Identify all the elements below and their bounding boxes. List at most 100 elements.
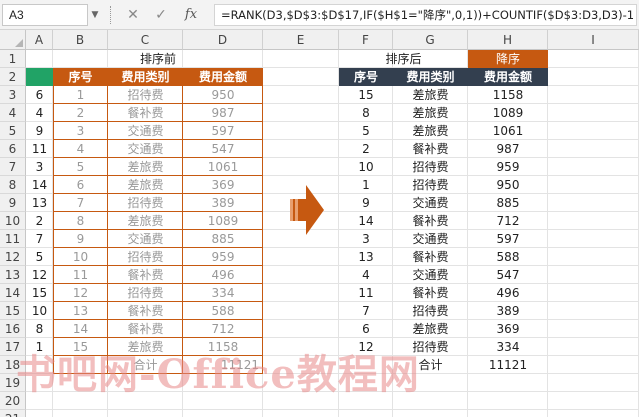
right-seq-cell[interactable]: 2 bbox=[339, 140, 393, 158]
right-total-label[interactable]: 合计 bbox=[393, 356, 468, 374]
column-header-h[interactable]: H bbox=[468, 30, 548, 50]
right-header-f[interactable]: 序号 bbox=[339, 68, 393, 86]
row-header-17[interactable]: 17 bbox=[0, 338, 26, 356]
right-seq-cell[interactable]: 4 bbox=[339, 266, 393, 284]
column-header-c[interactable]: C bbox=[108, 30, 183, 50]
right-category-cell[interactable]: 餐补费 bbox=[393, 212, 468, 230]
insert-function-icon[interactable]: fx bbox=[180, 4, 202, 26]
rank-cell[interactable]: 9 bbox=[26, 122, 53, 140]
column-header-e[interactable]: E bbox=[263, 30, 339, 50]
right-category-cell[interactable]: 交通费 bbox=[393, 266, 468, 284]
right-category-cell[interactable]: 招待费 bbox=[393, 302, 468, 320]
row-header-21[interactable]: 21 bbox=[0, 410, 26, 417]
cancel-icon[interactable]: ✕ bbox=[122, 4, 144, 26]
right-amount-cell[interactable]: 959 bbox=[468, 158, 548, 176]
spreadsheet-grid[interactable]: ABCDEFGHI 1 2 3 4 5 6 7 8 9 10 11 12 13 14 15 16 17 18 19 2… bbox=[0, 30, 639, 417]
selected-cell-a2[interactable] bbox=[26, 68, 53, 86]
row-header-9[interactable]: 9 bbox=[0, 194, 26, 212]
row-header-15[interactable]: 15 bbox=[0, 302, 26, 320]
right-category-cell[interactable]: 交通费 bbox=[393, 230, 468, 248]
rank-cell[interactable]: 4 bbox=[26, 104, 53, 122]
right-total-value[interactable]: 11121 bbox=[468, 356, 548, 374]
right-amount-cell[interactable]: 987 bbox=[468, 140, 548, 158]
right-amount-cell[interactable]: 1089 bbox=[468, 104, 548, 122]
right-category-cell[interactable]: 差旅费 bbox=[393, 86, 468, 104]
right-amount-cell[interactable]: 389 bbox=[468, 302, 548, 320]
right-amount-cell[interactable]: 1061 bbox=[468, 122, 548, 140]
row-header-16[interactable]: 16 bbox=[0, 320, 26, 338]
row-header-6[interactable]: 6 bbox=[0, 140, 26, 158]
chevron-down-icon[interactable]: ▼ bbox=[88, 4, 102, 26]
right-category-cell[interactable]: 餐补费 bbox=[393, 248, 468, 266]
column-header-i[interactable]: I bbox=[548, 30, 639, 50]
right-amount-cell[interactable]: 1158 bbox=[468, 86, 548, 104]
column-header-d[interactable]: D bbox=[183, 30, 263, 50]
rank-cell[interactable]: 11 bbox=[26, 140, 53, 158]
right-seq-cell[interactable]: 10 bbox=[339, 158, 393, 176]
right-amount-cell[interactable]: 547 bbox=[468, 266, 548, 284]
right-seq-cell[interactable]: 12 bbox=[339, 338, 393, 356]
rank-cell[interactable]: 2 bbox=[26, 212, 53, 230]
row-header-19[interactable]: 19 bbox=[0, 374, 26, 392]
row-header-3[interactable]: 3 bbox=[0, 86, 26, 104]
sort-order-cell[interactable]: 降序 bbox=[468, 50, 548, 68]
row-header-10[interactable]: 10 bbox=[0, 212, 26, 230]
row-header-14[interactable]: 14 bbox=[0, 284, 26, 302]
rank-cell[interactable]: 14 bbox=[26, 176, 53, 194]
formula-input[interactable]: =RANK(D3,$D$3:$D$17,IF($H$1="降序",0,1))+C… bbox=[214, 4, 637, 26]
right-category-cell[interactable]: 差旅费 bbox=[393, 320, 468, 338]
right-seq-cell[interactable]: 3 bbox=[339, 230, 393, 248]
rank-cell[interactable]: 15 bbox=[26, 284, 53, 302]
rank-cell[interactable]: 12 bbox=[26, 266, 53, 284]
right-category-cell[interactable]: 餐补费 bbox=[393, 140, 468, 158]
rank-cell[interactable]: 13 bbox=[26, 194, 53, 212]
rank-cell[interactable]: 1 bbox=[26, 338, 53, 356]
rank-cell[interactable]: 8 bbox=[26, 320, 53, 338]
right-amount-cell[interactable]: 334 bbox=[468, 338, 548, 356]
right-seq-cell[interactable]: 13 bbox=[339, 248, 393, 266]
right-amount-cell[interactable]: 496 bbox=[468, 284, 548, 302]
rank-cell[interactable]: 5 bbox=[26, 248, 53, 266]
right-seq-cell[interactable]: 14 bbox=[339, 212, 393, 230]
right-seq-cell[interactable]: 7 bbox=[339, 302, 393, 320]
column-header-g[interactable]: G bbox=[393, 30, 468, 50]
row-header-18[interactable]: 18 bbox=[0, 356, 26, 374]
column-header-b[interactable]: B bbox=[53, 30, 108, 50]
right-category-cell[interactable]: 招待费 bbox=[393, 176, 468, 194]
right-seq-cell[interactable]: 1 bbox=[339, 176, 393, 194]
right-category-cell[interactable]: 招待费 bbox=[393, 158, 468, 176]
right-amount-cell[interactable]: 369 bbox=[468, 320, 548, 338]
right-seq-cell[interactable]: 11 bbox=[339, 284, 393, 302]
row-header-12[interactable]: 12 bbox=[0, 248, 26, 266]
right-amount-cell[interactable]: 950 bbox=[468, 176, 548, 194]
right-category-cell[interactable]: 差旅费 bbox=[393, 122, 468, 140]
right-category-cell[interactable]: 餐补费 bbox=[393, 284, 468, 302]
right-amount-cell[interactable]: 885 bbox=[468, 194, 548, 212]
enter-icon[interactable]: ✓ bbox=[150, 4, 172, 26]
right-amount-cell[interactable]: 712 bbox=[468, 212, 548, 230]
rank-cell[interactable]: 7 bbox=[26, 230, 53, 248]
row-header-7[interactable]: 7 bbox=[0, 158, 26, 176]
right-category-cell[interactable]: 差旅费 bbox=[393, 104, 468, 122]
select-all-corner[interactable] bbox=[0, 30, 26, 50]
right-amount-cell[interactable]: 597 bbox=[468, 230, 548, 248]
row-header-11[interactable]: 11 bbox=[0, 230, 26, 248]
row-header-5[interactable]: 5 bbox=[0, 122, 26, 140]
rank-cell[interactable]: 10 bbox=[26, 302, 53, 320]
right-seq-cell[interactable]: 15 bbox=[339, 86, 393, 104]
rank-cell[interactable]: 3 bbox=[26, 158, 53, 176]
name-box[interactable]: A3 bbox=[2, 4, 88, 26]
right-seq-cell[interactable]: 6 bbox=[339, 320, 393, 338]
right-category-cell[interactable]: 交通费 bbox=[393, 194, 468, 212]
right-seq-cell[interactable]: 5 bbox=[339, 122, 393, 140]
column-header-f[interactable]: F bbox=[339, 30, 393, 50]
right-seq-cell[interactable]: 9 bbox=[339, 194, 393, 212]
column-header-a[interactable]: A bbox=[26, 30, 53, 50]
row-header-4[interactable]: 4 bbox=[0, 104, 26, 122]
row-header-2[interactable]: 2 bbox=[0, 68, 26, 86]
row-header-1[interactable]: 1 bbox=[0, 50, 26, 68]
right-header-h[interactable]: 费用金额 bbox=[468, 68, 548, 86]
rank-cell[interactable]: 6 bbox=[26, 86, 53, 104]
row-header-20[interactable]: 20 bbox=[0, 392, 26, 410]
right-seq-cell[interactable]: 8 bbox=[339, 104, 393, 122]
